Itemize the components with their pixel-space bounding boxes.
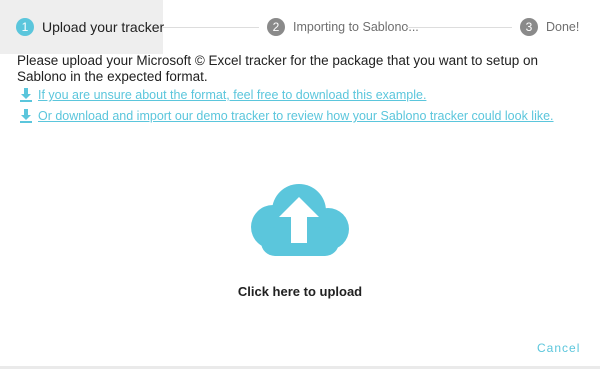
step-number-badge: 2 [267,18,285,36]
step-label: Done! [546,20,580,34]
link-label[interactable]: If you are unsure about the format, feel… [38,88,426,102]
intro-text: Please upload your Microsoft © Excel tra… [17,53,538,84]
step-number-badge: 3 [520,18,538,36]
cloud-upload-icon[interactable] [245,183,353,257]
download-example-link[interactable]: If you are unsure about the format, feel… [20,88,426,102]
download-icon [20,109,32,123]
download-demo-tracker-link[interactable]: Or download and import our demo tracker … [20,109,554,123]
upload-label[interactable]: Click here to upload [200,284,400,299]
step-label: Importing to Sablono... [293,20,419,34]
upload-dropzone[interactable]: Click here to upload [200,175,400,310]
stepper: 1 Upload your tracker 2 Importing to Sab… [0,0,600,54]
download-icon [20,88,32,102]
step-connector [406,27,512,28]
step-number-badge: 1 [16,18,34,36]
step-connector [163,27,259,28]
cancel-button[interactable]: Cancel [537,341,580,355]
link-label[interactable]: Or download and import our demo tracker … [38,109,554,123]
step-done: 3 Done! [520,0,579,54]
step-label: Upload your tracker [42,19,165,35]
step-importing: 2 Importing to Sablono... [267,0,419,54]
step-upload: 1 Upload your tracker [0,0,165,54]
